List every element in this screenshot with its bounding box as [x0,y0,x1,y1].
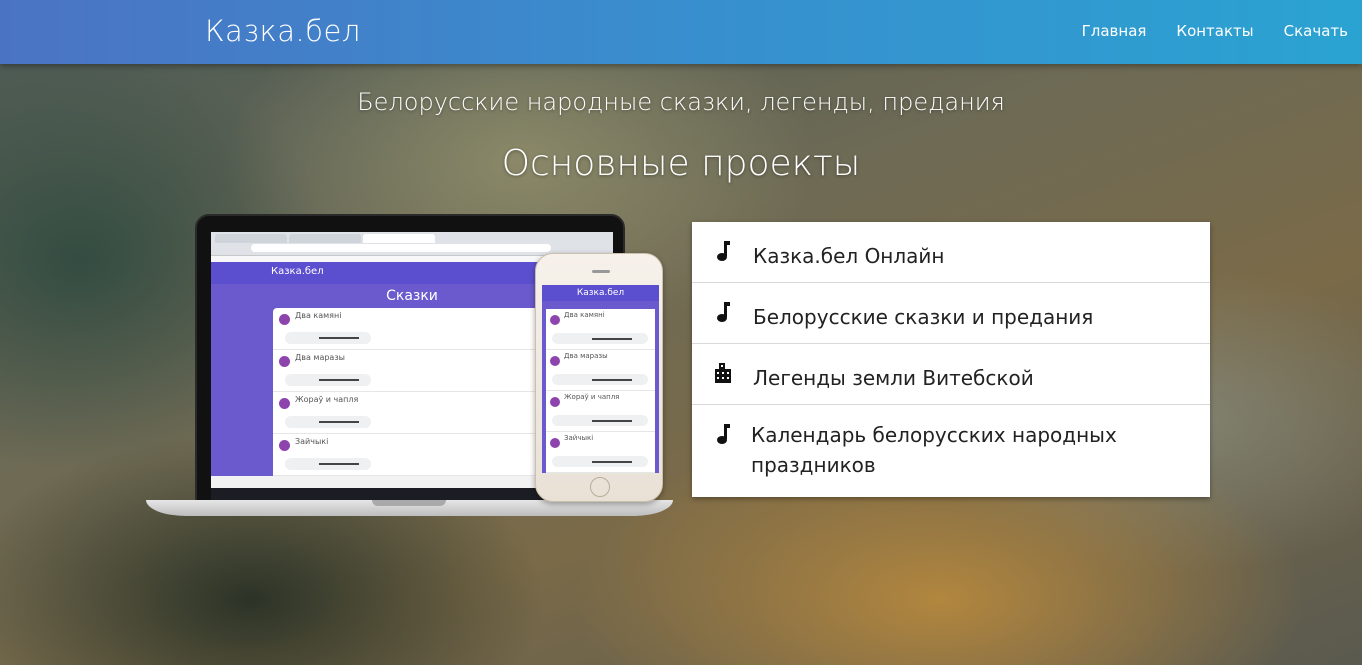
project-label: Казка.бел Онлайн [753,244,945,268]
phone-screen: Казка.бел Два камяні Два маразы Жораў и … [542,285,659,473]
projects-list: Казка.бел Онлайн Белорусские сказки и пр… [692,222,1210,497]
mockup-track-title: Зайчыкі [295,437,329,446]
mockup-site-brand: Казка.бел [271,266,324,277]
browser-tab [289,234,361,243]
phone-home-button [590,477,610,497]
disc-icon [550,315,560,325]
mockup-track-item: Два маразы [273,350,553,392]
browser-tab [363,234,435,243]
nav-link-home[interactable]: Главная [1082,22,1147,40]
phone-track-list: Два камяні Два маразы Жораў и чапля Зайч… [546,309,655,473]
audio-player [285,458,371,470]
disc-icon [279,314,290,325]
project-label: Легенды земли Витебской [753,366,1034,390]
audio-player [285,416,371,428]
laptop-notch [372,500,446,506]
mockup-track-item: Зайчыкі [273,434,553,476]
address-bar [251,244,551,252]
phone-track-item: Два маразы [546,350,655,391]
disc-icon [279,356,290,367]
audio-player [552,333,648,344]
audio-player [285,374,371,386]
audio-player [285,332,371,344]
audio-player [552,374,648,385]
mockup-track-title: Жораў и чапля [295,395,359,404]
project-label: Календарь белорусских народных празднико… [751,423,1117,477]
disc-icon [550,356,560,366]
project-item-calendar[interactable]: Календарь белорусских народных празднико… [692,405,1210,497]
project-label: Белорусские сказки и предания [753,305,1094,329]
disc-icon [550,397,560,407]
mockup-track-list: Два камяні Два маразы Жораў и чапля Зайч… [273,308,553,476]
phone-site-header: Казка.бел [542,285,659,301]
phone-speaker [592,270,610,273]
audio-player [552,456,648,467]
phone-track-title: Жораў и чапля [564,393,620,401]
mockup-track-item: Два камяні [273,308,553,350]
disc-icon [279,398,290,409]
top-navbar: Казка.бел Главная Контакты Скачать [0,0,1362,64]
browser-tab [215,234,287,243]
mockup-track-title: Два камяні [295,311,342,320]
nav-link-download[interactable]: Скачать [1284,22,1348,40]
phone-track-item: Жораў и чапля [546,391,655,432]
audio-player [552,415,648,426]
mockup-track-title: Два маразы [295,353,345,362]
phone-track-item: Два камяні [546,309,655,350]
site-brand[interactable]: Казка.бел [205,14,361,48]
main-nav: Главная Контакты Скачать [1082,22,1348,40]
nav-link-contacts[interactable]: Контакты [1176,22,1253,40]
project-item-legends[interactable]: Легенды земли Витебской [692,344,1210,405]
project-item-tales[interactable]: Белорусские сказки и предания [692,283,1210,344]
music-note-icon [717,424,730,444]
city-icon [715,363,731,383]
phone-track-item: Зайчыкі [546,432,655,473]
project-item-online[interactable]: Казка.бел Онлайн [692,222,1210,283]
disc-icon [279,440,290,451]
music-note-icon [717,241,730,261]
phone-track-title: Два камяні [564,311,605,319]
phone-track-title: Зайчыкі [564,434,594,442]
phone-mockup-image: Казка.бел Два камяні Два маразы Жораў и … [535,253,663,502]
page-subtitle: Белорусские народные сказки, легенды, пр… [357,88,1005,116]
section-title: Основные проекты [501,143,861,184]
music-note-icon [717,302,730,322]
phone-track-title: Два маразы [564,352,608,360]
disc-icon [550,438,560,448]
mockup-track-item: Жораў и чапля [273,392,553,434]
